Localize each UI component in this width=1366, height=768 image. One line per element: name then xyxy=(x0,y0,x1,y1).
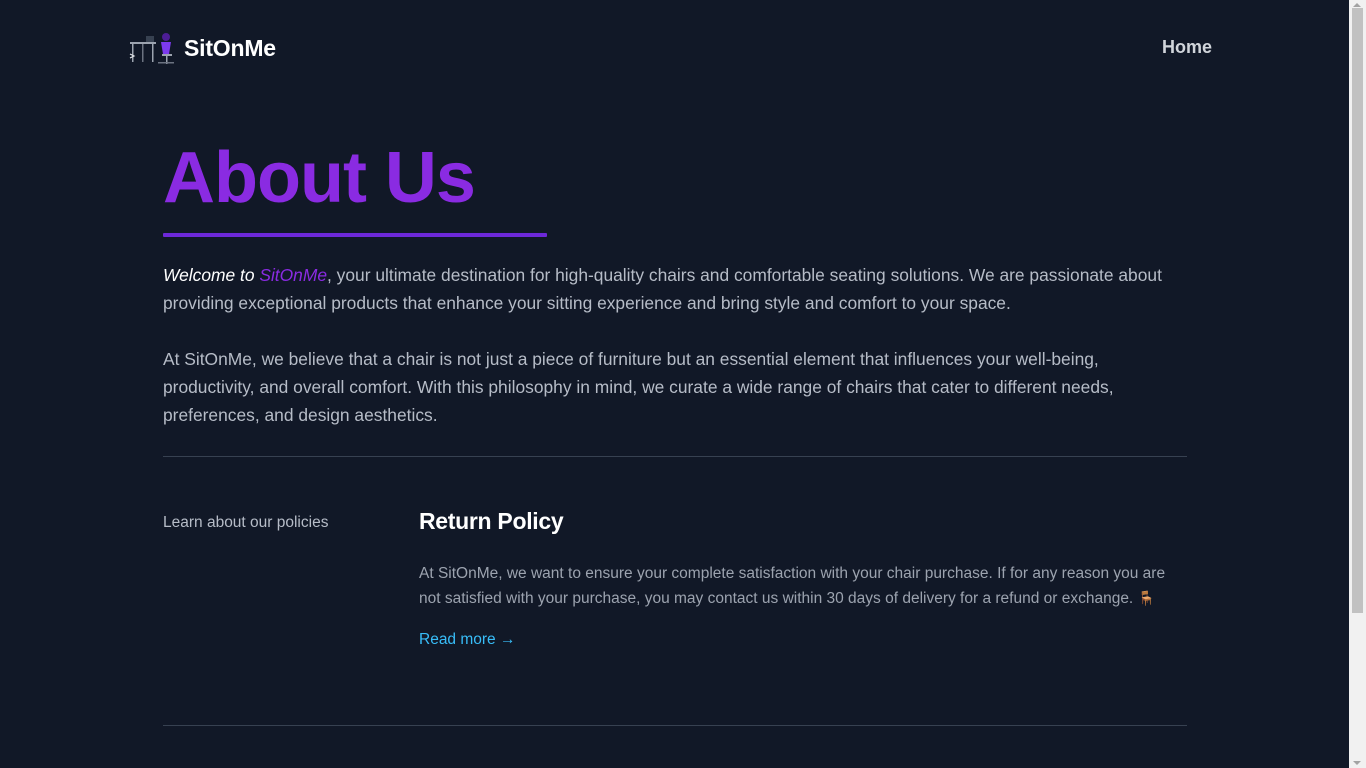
desk-chair-person-icon xyxy=(129,33,174,64)
return-policy-card: Return Policy At SitOnMe, we want to ens… xyxy=(419,506,1187,649)
scroll-up-icon[interactable] xyxy=(1353,3,1361,7)
vertical-scrollbar[interactable] xyxy=(1349,0,1366,768)
policy-body-text: At SitOnMe, we want to ensure your compl… xyxy=(419,565,1166,607)
page-title: About Us xyxy=(163,138,476,218)
chair-icon: 🪑 xyxy=(1137,590,1155,606)
policies-label: Learn about our policies xyxy=(163,514,329,531)
section-divider-top xyxy=(163,456,1187,457)
intro-paragraph-1: Welcome to SitOnMe, your ultimate destin… xyxy=(163,261,1187,317)
brand-logo-link[interactable]: SitOnMe xyxy=(128,30,276,66)
title-underline xyxy=(163,233,547,237)
read-more-link[interactable]: Read more → xyxy=(419,631,515,649)
scroll-down-icon[interactable] xyxy=(1353,761,1361,765)
intro-paragraph-2: At SitOnMe, we believe that a chair is n… xyxy=(163,349,1114,425)
brand-name: SitOnMe xyxy=(184,34,276,61)
intro-brand: SitOnMe xyxy=(259,265,327,285)
nav-home-link[interactable]: Home xyxy=(1162,37,1212,58)
policy-title: Return Policy xyxy=(419,508,564,534)
policy-body: At SitOnMe, we want to ensure your compl… xyxy=(419,562,1187,611)
intro-text: Welcome to SitOnMe, your ultimate destin… xyxy=(163,261,1187,429)
site-header: SitOnMe Home xyxy=(0,0,1349,96)
about-section: About Us Welcome to SitOnMe, your ultima… xyxy=(163,130,1187,429)
scrollbar-thumb[interactable] xyxy=(1352,8,1363,613)
section-divider-bottom xyxy=(163,725,1187,726)
welcome-prefix: Welcome to xyxy=(163,265,255,285)
